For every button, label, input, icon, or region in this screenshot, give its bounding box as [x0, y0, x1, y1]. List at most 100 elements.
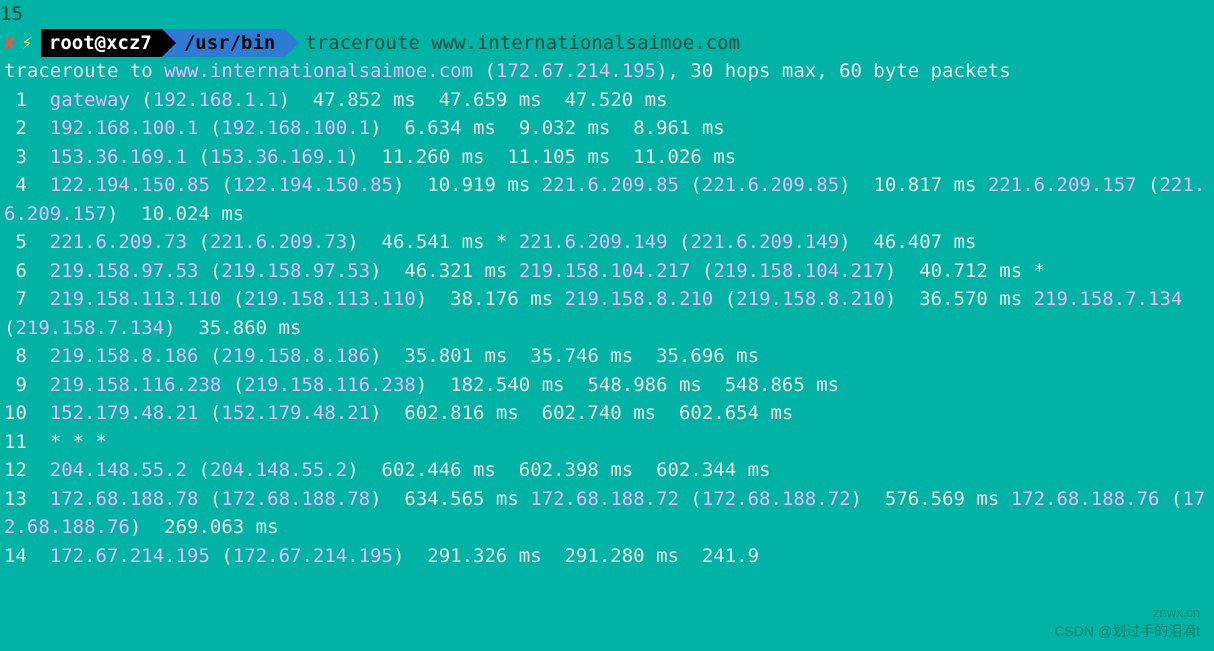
hop-ip: 221.6.209.73: [210, 231, 347, 253]
hop-host: 221.6.209.157: [988, 174, 1137, 196]
hop-text: ) 47.852 ms 47.659 ms 47.520 ms: [279, 89, 668, 111]
hop-text: ) 46.541 ms *: [347, 231, 519, 253]
hop-host: 219.158.113.110: [50, 288, 222, 310]
hop-text: (: [130, 89, 153, 111]
hop-host: 219.158.116.238: [50, 374, 222, 396]
hop-number: 9: [4, 374, 50, 396]
hop-row: 10 152.179.48.21 (152.179.48.21) 602.816…: [4, 399, 1210, 428]
hop-ip: 221.6.209.85: [702, 174, 839, 196]
hop-row: 6 219.158.97.53 (219.158.97.53) 46.321 m…: [4, 257, 1210, 286]
hop-text: (: [713, 288, 736, 310]
hop-row: 9 219.158.116.238 (219.158.116.238) 182.…: [4, 371, 1210, 400]
header-suffix: ), 30 hops max, 60 byte packets: [656, 60, 1011, 82]
hop-ip: 219.158.7.134: [15, 317, 164, 339]
hop-ip: 152.179.48.21: [221, 402, 370, 424]
hop-text: ) 182.540 ms 548.986 ms 548.865 ms: [416, 374, 839, 396]
hop-number: 11: [4, 431, 50, 453]
hop-row: 11 * * *: [4, 428, 1210, 457]
command-input[interactable]: traceroute www.internationalsaimoe.com: [285, 29, 740, 58]
hop-row: 4 122.194.150.85 (122.194.150.85) 10.919…: [4, 171, 1210, 228]
hop-text: ) 46.321 ms: [370, 260, 519, 282]
hop-ip: 219.158.97.53: [221, 260, 370, 282]
hop-text: (: [198, 488, 221, 510]
hop-host: 219.158.8.186: [50, 345, 199, 367]
hop-ip: 219.158.8.210: [736, 288, 885, 310]
hop-text: ) 40.712 ms *: [885, 260, 1045, 282]
prompt-user-host: root@xcz7: [41, 29, 162, 58]
hop-row: 13 172.68.188.78 (172.68.188.78) 634.565…: [4, 485, 1210, 542]
hop-host: 152.179.48.21: [50, 402, 199, 424]
hop-text: (: [690, 260, 713, 282]
hop-text: (: [221, 374, 244, 396]
hop-host: 153.36.169.1: [50, 146, 187, 168]
hop-text: ) 269.063 ms: [130, 516, 279, 538]
hop-host: 122.194.150.85: [50, 174, 210, 196]
hop-number: 10: [4, 402, 50, 424]
hop-number: 12: [4, 459, 50, 481]
hop-host: 172.68.188.76: [1011, 488, 1160, 510]
hop-text: ) 602.446 ms 602.398 ms 602.344 ms: [347, 459, 770, 481]
hop-row: 2 192.168.100.1 (192.168.100.1) 6.634 ms…: [4, 114, 1210, 143]
hop-text: (: [199, 345, 222, 367]
scrollback-fragment: 15: [0, 0, 1214, 29]
hop-text: (: [679, 488, 702, 510]
hop-text: (: [210, 174, 233, 196]
hop-text: ) 6.634 ms 9.032 ms 8.961 ms: [370, 117, 725, 139]
terminal-window[interactable]: 15 ✘ ⚡ root@xcz7 /usr/bin traceroute www…: [0, 0, 1214, 570]
hop-row: 12 204.148.55.2 (204.148.55.2) 602.446 m…: [4, 456, 1210, 485]
hop-text: ) 10.919 ms: [393, 174, 542, 196]
hop-text: (: [199, 117, 222, 139]
hop-ip: 204.148.55.2: [210, 459, 347, 481]
hop-ip: 172.68.188.72: [702, 488, 851, 510]
hop-text: (: [221, 288, 244, 310]
hop-host: 221.6.209.149: [519, 231, 668, 253]
hop-host: 219.158.104.217: [519, 260, 691, 282]
hop-ip: 172.68.188.78: [221, 488, 370, 510]
hop-text: (: [187, 459, 210, 481]
hop-text: (: [210, 545, 233, 567]
hop-ip: 172.67.214.195: [233, 545, 393, 567]
hop-text: ) 10.817 ms: [839, 174, 988, 196]
hop-number: 6: [4, 260, 50, 282]
hop-text: ) 35.801 ms 35.746 ms 35.696 ms: [370, 345, 759, 367]
hop-text: ) 35.860 ms: [164, 317, 301, 339]
terminal-output[interactable]: traceroute to www.internationalsaimoe.co…: [0, 57, 1214, 570]
bolt-icon: ⚡: [21, 29, 40, 58]
hop-host: 204.148.55.2: [50, 459, 187, 481]
hop-number: 14: [4, 545, 50, 567]
hop-text: ) 291.326 ms 291.280 ms 241.9: [393, 545, 759, 567]
hop-text: ) 46.407 ms: [839, 231, 976, 253]
hop-ip: 122.194.150.85: [233, 174, 393, 196]
hop-ip: 192.168.100.1: [221, 117, 370, 139]
hop-ip: 221.6.209.149: [690, 231, 839, 253]
hop-ip: 153.36.169.1: [210, 146, 347, 168]
hop-ip: 219.158.8.186: [221, 345, 370, 367]
hop-number: 1: [4, 89, 50, 111]
hop-host: 219.158.8.210: [565, 288, 714, 310]
hop-ip: 219.158.116.238: [244, 374, 416, 396]
hop-row: 1 gateway (192.168.1.1) 47.852 ms 47.659…: [4, 86, 1210, 115]
hop-text: ) 38.176 ms: [416, 288, 565, 310]
hop-text: ) 11.260 ms 11.105 ms 11.026 ms: [347, 146, 736, 168]
hop-host: 219.158.7.134: [1034, 288, 1183, 310]
shell-prompt[interactable]: ✘ ⚡ root@xcz7 /usr/bin traceroute www.in…: [0, 29, 1214, 58]
hop-text: ) 10.024 ms: [107, 203, 244, 225]
hop-text: ) 576.569 ms: [851, 488, 1011, 510]
hop-row: 14 172.67.214.195 (172.67.214.195) 291.3…: [4, 542, 1210, 571]
hop-ip: 219.158.104.217: [713, 260, 885, 282]
header-ip: 172.67.214.195: [496, 60, 656, 82]
hop-text: (: [198, 402, 221, 424]
hop-text: ) 36.570 ms: [885, 288, 1034, 310]
hop-number: 13: [4, 488, 50, 510]
hop-host: 219.158.97.53: [50, 260, 199, 282]
hop-text: (: [1137, 174, 1160, 196]
header-prefix: traceroute to: [4, 60, 164, 82]
hop-row: 3 153.36.169.1 (153.36.169.1) 11.260 ms …: [4, 143, 1210, 172]
hop-text: ) 602.816 ms 602.740 ms 602.654 ms: [370, 402, 793, 424]
hop-text: (: [187, 231, 210, 253]
hop-host: 221.6.209.73: [50, 231, 187, 253]
hop-number: 7: [4, 288, 50, 310]
hop-host: gateway: [50, 89, 130, 111]
hop-host: 221.6.209.85: [542, 174, 679, 196]
hop-text: (: [679, 174, 702, 196]
